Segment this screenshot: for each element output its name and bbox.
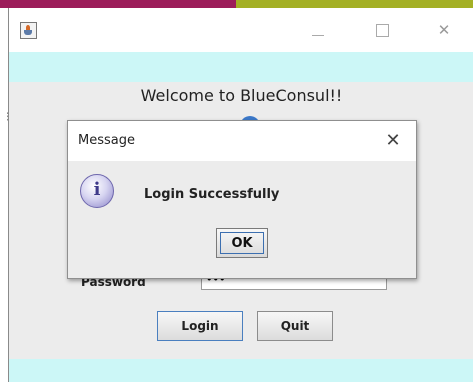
minimize-button[interactable] (295, 8, 341, 52)
header-band (9, 52, 473, 82)
message-dialog: Message ✕ i Login Successfully OK (67, 120, 417, 279)
maximize-icon (376, 24, 389, 37)
ok-button[interactable]: OK (216, 228, 268, 258)
close-icon: ✕ (437, 21, 451, 39)
dialog-close-icon[interactable]: ✕ (380, 128, 406, 154)
dialog-titlebar: Message ✕ (68, 121, 416, 161)
java-cup-icon (24, 30, 32, 35)
welcome-heading: Welcome to BlueConsul!! (140, 86, 343, 105)
dialog-title: Message (78, 133, 135, 148)
desktop-stripe (0, 0, 236, 8)
footer-band (9, 359, 473, 382)
login-button[interactable]: Login (157, 311, 243, 341)
info-icon: i (80, 174, 114, 208)
maximize-button[interactable] (359, 8, 405, 52)
minimize-icon (312, 35, 324, 36)
desktop-background (0, 0, 8, 382)
window-titlebar: ✕ (9, 8, 473, 52)
close-button[interactable]: ✕ (421, 8, 467, 52)
dialog-message: Login Successfully (144, 187, 280, 202)
java-app-icon (20, 22, 37, 39)
desktop-stripe (236, 0, 473, 8)
ok-button-label: OK (220, 232, 264, 254)
quit-button[interactable]: Quit (257, 311, 333, 341)
